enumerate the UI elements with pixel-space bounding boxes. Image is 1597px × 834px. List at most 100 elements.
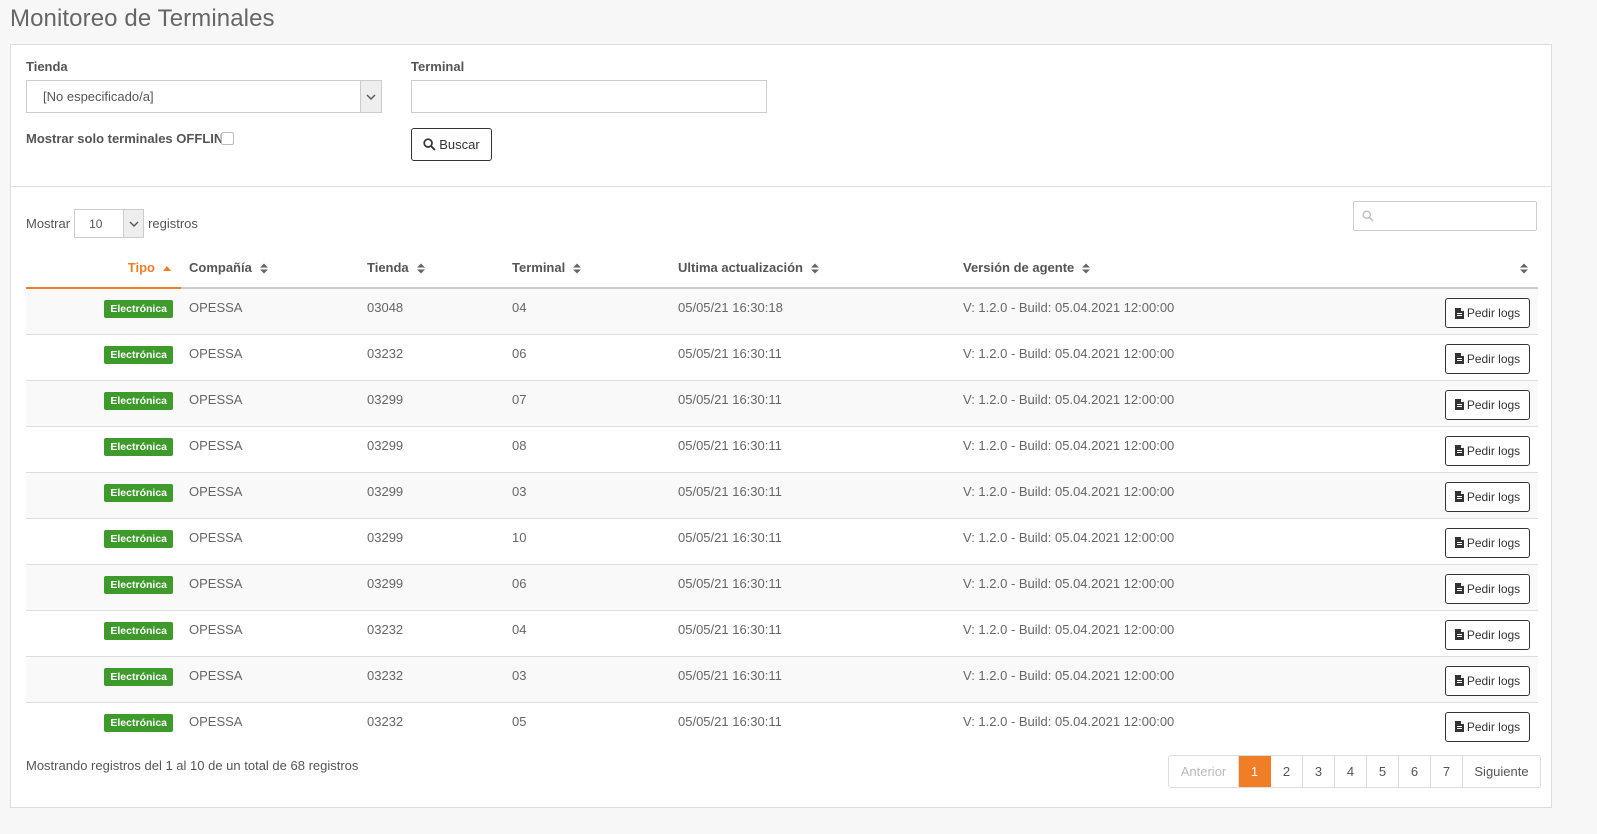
pagination-page-6[interactable]: 6 [1399, 756, 1431, 787]
table-info: Mostrando registros del 1 al 10 de un to… [26, 758, 359, 773]
cell-tipo: Electrónica [26, 564, 181, 611]
cell-tipo: Electrónica [26, 610, 181, 657]
cell-tienda: 03299 [360, 380, 505, 427]
tienda-label: Tienda [26, 59, 68, 74]
sort-icon [1082, 263, 1091, 274]
file-icon [1454, 353, 1464, 364]
pagination-page-1[interactable]: 1 [1239, 756, 1271, 787]
cell-compania: OPESSA [181, 564, 360, 611]
table-row: Electrónica OPESSA 03232 04 05/05/21 16:30:1… [26, 610, 1538, 657]
search-icon [423, 138, 436, 151]
column-header-actualizacion[interactable]: Ultima actualización [671, 247, 956, 289]
cell-terminal: 06 [505, 334, 671, 381]
page-title: Monitoreo de Terminales [10, 5, 275, 32]
request-logs-button[interactable]: Pedir logs [1445, 527, 1530, 558]
cell-terminal: 05 [512, 713, 527, 729]
cell-tipo: Electrónica [26, 380, 181, 427]
tienda-select[interactable]: [No especificado/a] [26, 80, 382, 113]
show-label: Mostrar [26, 216, 71, 231]
cell-actions: Pedir logs [1256, 610, 1538, 657]
sort-icon [1520, 263, 1528, 274]
pagination-page-2[interactable]: 2 [1271, 756, 1303, 787]
table-row: Electrónica OPESSA 03299 10 05/05/21 16:30:1… [26, 518, 1538, 565]
cell-version: V: 1.2.0 - Build: 05.04.2021 12:00:00 [956, 426, 1256, 473]
cell-tipo: Electrónica [26, 472, 181, 519]
page-size-value: 10 [89, 216, 103, 231]
pagination-page-7[interactable]: 7 [1431, 756, 1463, 787]
cell-version: V: 1.2.0 - Build: 05.04.2021 12:00:00 [956, 518, 1256, 565]
table-row: Electrónica OPESSA 03299 08 05/05/21 16:30:1… [26, 426, 1538, 473]
column-header-actions[interactable] [1256, 247, 1538, 289]
request-logs-button[interactable]: Pedir logs [1445, 343, 1530, 374]
cell-version: V: 1.2.0 - Build: 05.04.2021 12:00:00 [963, 713, 1175, 729]
column-header-compania[interactable]: Compañía [181, 247, 360, 289]
pagination-page-4[interactable]: 4 [1335, 756, 1367, 787]
request-logs-label: Pedir logs [1466, 535, 1521, 550]
chevron-down-icon[interactable] [123, 210, 144, 237]
terminals-table: Tipo Compañía Tienda Terminal Ultima act… [26, 247, 1538, 748]
search-button-label: Buscar [439, 137, 480, 152]
cell-terminal: 06 [505, 564, 671, 611]
pagination-next[interactable]: Siguiente [1463, 756, 1540, 787]
cell-terminal: 04 [505, 288, 671, 335]
offline-label: Mostrar solo terminales OFFLINE [26, 131, 232, 146]
request-logs-button[interactable]: Pedir logs [1445, 481, 1530, 512]
pagination-page-3[interactable]: 3 [1303, 756, 1335, 787]
cell-compania: OPESSA [181, 472, 360, 519]
sort-icon [573, 263, 582, 274]
pagination: Anterior 1 2 3 4 5 6 7 Siguiente [1168, 755, 1541, 788]
main-panel: Tienda [No especificado/a] Terminal Most… [10, 44, 1552, 808]
cell-tienda: 03232 [360, 656, 505, 703]
column-header-tipo[interactable]: Tipo [26, 247, 181, 289]
tipo-badge: Electrónica [104, 437, 173, 456]
chevron-down-icon[interactable] [360, 81, 381, 112]
request-logs-label: Pedir logs [1466, 673, 1521, 688]
cell-terminal: 07 [505, 380, 671, 427]
cell-tipo: Electrónica [26, 702, 181, 748]
cell-tipo: Electrónica [26, 518, 181, 565]
request-logs-label: Pedir logs [1466, 443, 1521, 458]
cell-version: V: 1.2.0 - Build: 05.04.2021 12:00:00 [956, 656, 1256, 703]
table-search-input[interactable] [1353, 201, 1537, 231]
table-row: Electrónica OPESSA 03299 03 05/05/21 16:30:1… [26, 472, 1538, 519]
cell-actions: Pedir logs [1256, 564, 1538, 611]
cell-terminal: 04 [505, 610, 671, 657]
file-icon [1454, 675, 1464, 686]
sort-icon [810, 263, 819, 274]
request-logs-button[interactable]: Pedir logs [1445, 389, 1530, 420]
request-logs-label: Pedir logs [1466, 306, 1521, 320]
cell-actions: Pedir logs [1256, 656, 1538, 703]
cell-tienda: 03232 [360, 610, 505, 657]
table-row: Electrónica OPESSA 03048 04 05/05/21 16:30:1… [26, 288, 1538, 335]
request-logs-button[interactable]: Pedir logs [1445, 711, 1530, 742]
column-header-tienda[interactable]: Tienda [360, 247, 505, 289]
table-row: Electrónica OPESSA 03232 06 05/05/21 16:30:1… [26, 334, 1538, 381]
terminal-input[interactable] [411, 80, 767, 113]
request-logs-button[interactable]: Pedir logs [1445, 298, 1530, 328]
column-header-terminal[interactable]: Terminal [505, 247, 671, 289]
cell-tipo: Electrónica [26, 426, 181, 473]
tipo-badge: Electrónica [104, 300, 173, 318]
cell-compania: OPESSA [181, 610, 360, 657]
column-header-version[interactable]: Versión de agente [956, 247, 1256, 289]
request-logs-button[interactable]: Pedir logs [1445, 619, 1530, 650]
cell-actualizacion: 05/05/21 16:30:11 [671, 564, 956, 611]
request-logs-button[interactable]: Pedir logs [1445, 665, 1530, 696]
search-button[interactable]: Buscar [411, 128, 492, 161]
request-logs-label: Pedir logs [1466, 719, 1521, 734]
sort-icon [259, 263, 268, 274]
cell-compania: OPESSA [181, 518, 360, 565]
pagination-previous[interactable]: Anterior [1169, 756, 1239, 787]
pagination-page-5[interactable]: 5 [1367, 756, 1399, 787]
cell-actions: Pedir logs [1256, 702, 1538, 748]
cell-terminal: 08 [505, 426, 671, 473]
request-logs-button[interactable]: Pedir logs [1445, 435, 1530, 466]
cell-tienda: 03048 [360, 288, 505, 335]
cell-actualizacion: 05/05/21 16:30:11 [671, 472, 956, 519]
cell-actualizacion: 05/05/21 16:30:11 [671, 380, 956, 427]
offline-checkbox[interactable] [221, 132, 234, 145]
request-logs-button[interactable]: Pedir logs [1445, 573, 1530, 604]
cell-actions: Pedir logs [1256, 518, 1538, 565]
tipo-badge: Electrónica [104, 529, 173, 548]
page-size-select[interactable]: 10 [74, 209, 145, 238]
